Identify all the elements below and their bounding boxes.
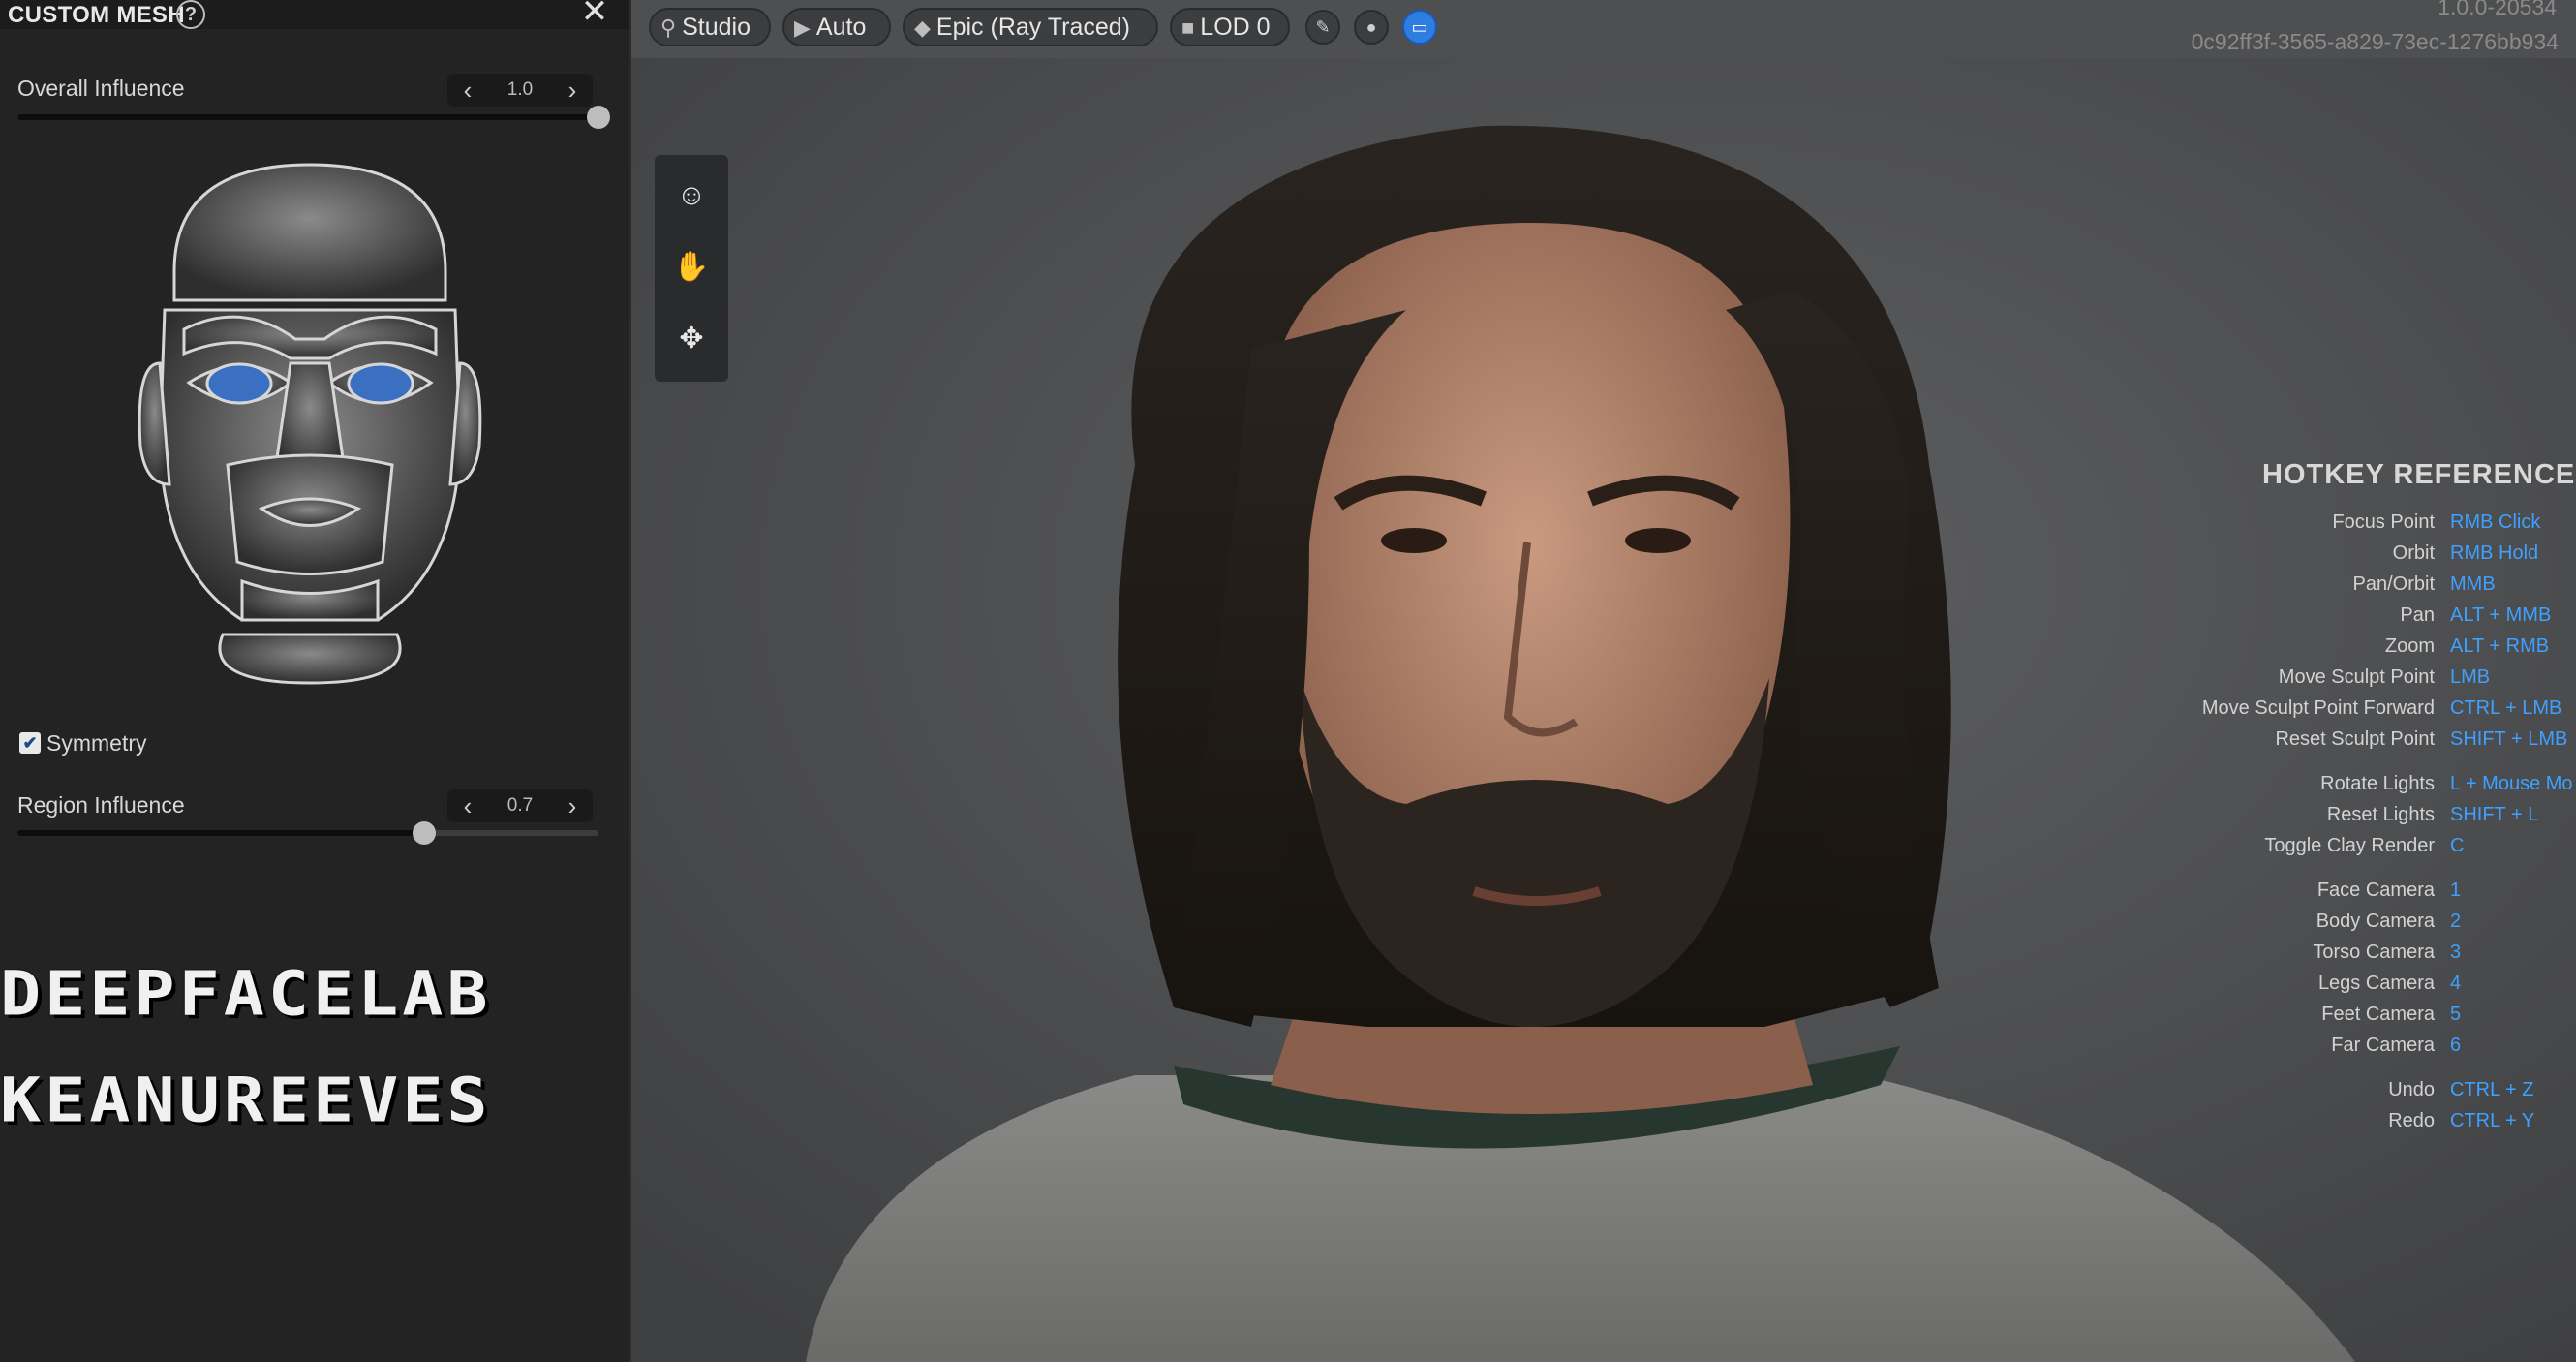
slider-thumb[interactable]: [587, 106, 610, 129]
lod-button[interactable]: ■ LOD 0: [1170, 8, 1290, 46]
panel-header: CUSTOM MESH ? ✕: [0, 0, 629, 29]
right-eye-region: [347, 362, 414, 405]
viewport-toggle-button[interactable]: ▭: [1402, 10, 1437, 45]
studio-button[interactable]: ⚲ Studio: [649, 8, 771, 46]
hotkey-row: Pan ALT + MMB: [0, 604, 2576, 634]
screen-icon: ▭: [1411, 17, 1428, 37]
hotkey-row: Toggle Clay Render C: [0, 835, 2576, 864]
hotkey-action: Redo: [2388, 1110, 2435, 1131]
hotkey-key: CTRL + Y: [2450, 1110, 2535, 1131]
hotkey-action: Far Camera: [2331, 1035, 2435, 1056]
hotkey-action: Undo: [2388, 1079, 2435, 1100]
hotkey-action: Pan/Orbit: [2352, 573, 2435, 595]
hotkey-row: Move Sculpt Point LMB: [0, 666, 2576, 696]
hotkey-row: Undo CTRL + Z: [0, 1079, 2576, 1108]
cube-icon: ■: [1181, 15, 1195, 40]
hotkey-row: Focus Point RMB Click: [0, 511, 2576, 541]
guid-label: 0c92ff3f-3565-a829-73ec-1276bb934: [2191, 29, 2559, 54]
hotkey-action: Reset Sculpt Point: [2275, 728, 2435, 750]
sphere-icon: ●: [1365, 17, 1377, 37]
studio-label: Studio: [682, 14, 751, 41]
hotkey-action: Zoom: [2384, 635, 2435, 657]
move-icon[interactable]: ✥: [672, 320, 711, 358]
left-eye-region: [205, 362, 273, 405]
hotkey-action: Toggle Clay Render: [2264, 835, 2435, 856]
hotkey-key: LMB: [2450, 666, 2491, 688]
hotkey-key: 4: [2450, 973, 2462, 994]
hotkey-row: Redo CTRL + Y: [0, 1110, 2576, 1139]
diamond-icon: ◆: [914, 15, 931, 40]
camera-icon: ▶: [794, 15, 811, 40]
help-icon[interactable]: ?: [176, 0, 205, 29]
hotkey-action: Face Camera: [2316, 880, 2435, 901]
tool-palette: ☺ ✋ ✥: [655, 155, 728, 382]
hotkey-row: Move Sculpt Point Forward CTRL + LMB: [0, 697, 2576, 727]
hotkey-key: CTRL + LMB: [2450, 697, 2562, 719]
hotkey-action: Pan: [2400, 604, 2435, 626]
close-icon[interactable]: ✕: [579, 0, 610, 28]
hotkey-action: Orbit: [2392, 542, 2435, 564]
chevron-right-icon[interactable]: ›: [558, 74, 587, 107]
version-label: 1.0.0-20534: [2438, 0, 2557, 19]
hotkey-key: L + Mouse Mo: [2450, 773, 2573, 794]
material-button[interactable]: ✎: [1305, 10, 1340, 45]
hotkey-row: Rotate Lights L + Mouse Mo: [0, 773, 2576, 802]
overall-influence-slider[interactable]: [17, 106, 610, 129]
hotkey-action: Focus Point: [2332, 511, 2435, 533]
forehead-region: [172, 163, 447, 302]
hotkey-action: Reset Lights: [2326, 804, 2435, 825]
hotkey-action: Legs Camera: [2317, 973, 2435, 994]
hotkey-key: 1: [2450, 880, 2462, 901]
hotkey-row: Far Camera 6: [0, 1035, 2576, 1064]
clay-button[interactable]: ●: [1354, 10, 1389, 45]
hotkey-action: Rotate Lights: [2320, 773, 2435, 794]
quality-button[interactable]: ◆ Epic (Ray Traced): [903, 8, 1158, 46]
chevron-left-icon[interactable]: ‹: [453, 74, 482, 107]
hand-icon[interactable]: ✋: [672, 248, 711, 287]
hotkey-row: Torso Camera 3: [0, 942, 2576, 971]
hotkey-action: Torso Camera: [2313, 942, 2435, 963]
auto-button[interactable]: ▶ Auto: [782, 8, 891, 46]
hotkey-row: Orbit RMB Hold: [0, 542, 2576, 572]
hotkey-key: 6: [2450, 1035, 2462, 1056]
hotkey-key: MMB: [2450, 573, 2496, 595]
slider-fill: [17, 114, 598, 120]
hotkey-key: 2: [2450, 911, 2462, 932]
hotkey-row: Pan/Orbit MMB: [0, 573, 2576, 603]
panel-title: CUSTOM MESH: [8, 2, 185, 28]
hotkey-key: RMB Hold: [2450, 542, 2539, 564]
lod-label: LOD 0: [1200, 14, 1271, 41]
overall-influence-value[interactable]: 1.0: [486, 74, 554, 107]
hotkey-action: Body Camera: [2315, 911, 2435, 932]
hotkey-reference-title: HOTKEY REFERENCE: [2262, 459, 2576, 490]
auto-label: Auto: [815, 14, 867, 41]
hotkey-key: SHIFT + L: [2450, 804, 2539, 825]
hotkey-key: 3: [2450, 942, 2462, 963]
hotkey-row: Zoom ALT + RMB: [0, 635, 2576, 665]
hotkey-row: Feet Camera 5: [0, 1004, 2576, 1033]
quality-label: Epic (Ray Traced): [935, 14, 1130, 41]
hotkey-action: Feet Camera: [2321, 1004, 2435, 1025]
hotkey-key: RMB Click: [2450, 511, 2541, 533]
hotkey-row: Reset Sculpt Point SHIFT + LMB: [0, 728, 2576, 758]
brush-icon: ✎: [1315, 17, 1331, 37]
hotkey-row: Face Camera 1: [0, 880, 2576, 909]
hotkey-row: Legs Camera 4: [0, 973, 2576, 1002]
hotkey-key: 5: [2450, 1004, 2462, 1025]
hotkey-row: Reset Lights SHIFT + L: [0, 804, 2576, 833]
hotkey-key: ALT + RMB: [2450, 635, 2550, 657]
head-icon[interactable]: ☺: [672, 176, 711, 215]
overall-influence-stepper[interactable]: ‹ 1.0 ›: [447, 74, 593, 107]
hotkey-key: SHIFT + LMB: [2450, 728, 2568, 750]
hotkey-row: Body Camera 2: [0, 911, 2576, 940]
hotkey-action: Move Sculpt Point: [2278, 666, 2435, 688]
lightbulb-icon: ⚲: [660, 15, 677, 40]
hotkey-action: Move Sculpt Point Forward: [2201, 697, 2435, 719]
hotkey-key: ALT + MMB: [2450, 604, 2552, 626]
hotkey-key: CTRL + Z: [2450, 1079, 2534, 1100]
overall-influence-label: Overall Influence: [17, 76, 185, 101]
hotkey-key: C: [2450, 835, 2465, 856]
